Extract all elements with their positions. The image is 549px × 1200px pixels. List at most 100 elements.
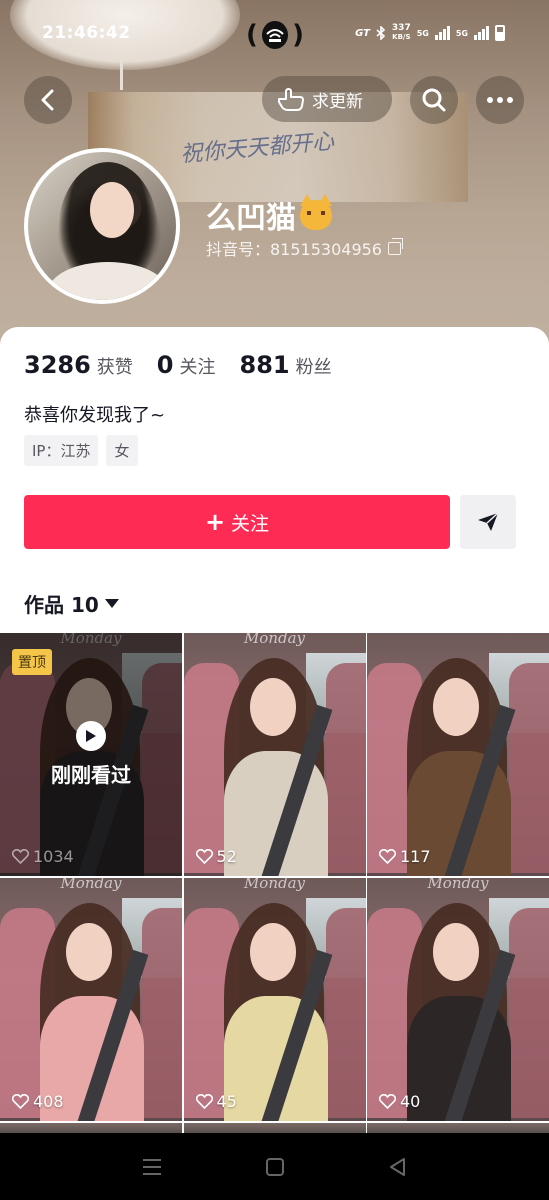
video-tile[interactable]: 117 (367, 633, 549, 876)
tag-gender: 女 (106, 435, 138, 466)
lamp-cord (120, 60, 123, 90)
network-label-2: 5G (455, 28, 468, 38)
stat-likes-num: 3286 (24, 351, 91, 379)
stat-followers-label: 粉丝 (295, 357, 332, 378)
video-watermark: Monday (243, 633, 306, 647)
heart-icon (379, 1094, 396, 1109)
caret-down-icon (104, 599, 119, 608)
heart-icon (12, 849, 29, 864)
status-time: 21:46:42 (42, 23, 131, 43)
more-icon (487, 97, 513, 103)
video-thumbnail (367, 633, 549, 876)
dynamic-island: ( ) (246, 18, 304, 52)
play-icon (76, 721, 106, 751)
video-likes: 45 (195, 1092, 237, 1111)
video-likes: 52 (195, 847, 237, 866)
tag-ip: IP：江苏 (24, 435, 99, 466)
stat-following-label: 关注 (179, 357, 216, 378)
search-icon (422, 88, 446, 112)
network-label-1: 5G (416, 28, 429, 38)
profile-tags: IP：江苏 女 (24, 435, 138, 466)
profile-panel: 3286 获赞 0 关注 881 粉丝 恭喜你发现我了~ IP：江苏 女 + 关… (0, 327, 549, 632)
video-tile[interactable]: Monday 置顶 刚刚看过 1034 (0, 633, 182, 876)
video-grid: Monday 置顶 刚刚看过 1034 Monday 52 117 Monday (0, 633, 549, 1121)
signal-icon (434, 26, 450, 40)
video-watermark: Monday (427, 878, 489, 892)
follow-button[interactable]: + 关注 (24, 495, 450, 549)
profile-name: 么凹猫 (206, 201, 296, 236)
video-tile[interactable]: Monday 408 (0, 878, 182, 1121)
back-icon (41, 89, 54, 111)
video-thumbnail (183, 878, 366, 1121)
person-face (249, 678, 296, 736)
battery-icon (495, 25, 505, 41)
search-button[interactable] (410, 76, 458, 124)
send-icon (478, 512, 499, 531)
video-thumbnail (183, 633, 366, 876)
request-update-label: 求更新 (312, 91, 363, 112)
pinned-badge: 置顶 (12, 649, 52, 675)
request-update-button[interactable]: 求更新 (262, 76, 392, 122)
status-bar: 21:46:42 ( ) GT 337 KB/S 5G 5G (0, 0, 549, 64)
copy-icon[interactable] (387, 237, 403, 255)
seat-right (325, 663, 366, 873)
video-thumbnail (367, 878, 549, 1121)
home-icon[interactable] (265, 1157, 285, 1177)
video-tile[interactable]: Monday 40 (367, 878, 549, 1121)
video-likes: 1034 (12, 847, 74, 866)
tab-works[interactable]: 作品 10 (24, 589, 119, 618)
signal-icon-2 (474, 26, 489, 40)
video-tile[interactable]: Monday 52 (183, 633, 366, 876)
more-button[interactable] (476, 76, 524, 124)
plus-icon: + (204, 508, 226, 536)
back-button[interactable] (24, 76, 72, 124)
seat-right (142, 908, 182, 1118)
video-likes-count: 40 (400, 1092, 421, 1111)
network-speed-unit: KB/S (392, 33, 411, 41)
system-nav-bar (0, 1133, 549, 1200)
menu-icon[interactable] (141, 1158, 163, 1176)
heart-icon (195, 849, 213, 864)
heart-icon (379, 849, 396, 864)
heart-icon (195, 1094, 213, 1109)
profile-name-row: 么凹猫 (206, 193, 332, 237)
status-icons: GT 337 KB/S 5G 5G (355, 24, 505, 42)
send-message-button[interactable] (460, 495, 516, 549)
hand-pointer-icon (278, 88, 304, 111)
island-left: ( (246, 20, 258, 50)
video-watermark: Monday (60, 878, 122, 892)
video-likes-count: 1034 (33, 847, 74, 866)
person-face (433, 923, 479, 981)
video-likes-count: 45 (216, 1092, 237, 1111)
douyin-id-row[interactable]: 抖音号：81515304956 (206, 236, 403, 260)
cat-emoji-icon (300, 194, 332, 230)
video-likes: 408 (12, 1092, 64, 1111)
douyin-id: 抖音号：81515304956 (206, 240, 382, 259)
video-likes: 117 (379, 847, 431, 866)
stat-followers[interactable]: 881 粉丝 (240, 351, 332, 379)
stats-row: 3286 获赞 0 关注 881 粉丝 (24, 351, 332, 379)
video-thumbnail (0, 878, 182, 1121)
island-right: ) (292, 20, 304, 50)
profile-bio: 恭喜你发现我了~ (24, 405, 166, 426)
recently-watched: 刚刚看过 (0, 721, 182, 788)
person-face (249, 923, 296, 981)
video-tile[interactable]: Monday 45 (183, 878, 366, 1121)
person-face (66, 923, 112, 981)
stat-following[interactable]: 0 关注 (157, 351, 216, 379)
seat-right (509, 908, 549, 1118)
video-watermark: Monday (243, 878, 306, 892)
avatar[interactable] (24, 148, 180, 304)
seat-right (325, 908, 366, 1118)
stat-likes[interactable]: 3286 获赞 (24, 351, 133, 379)
video-likes-count: 408 (33, 1092, 64, 1111)
tab-works-label: 作品 10 (24, 593, 99, 617)
stat-likes-label: 获赞 (96, 357, 133, 378)
video-likes: 40 (379, 1092, 420, 1111)
bluetooth-icon (376, 26, 386, 40)
recently-watched-label: 刚刚看过 (51, 763, 131, 787)
nav-back-icon[interactable] (388, 1157, 408, 1177)
stat-followers-num: 881 (239, 351, 290, 379)
stat-following-num: 0 (156, 351, 174, 379)
avatar-face (90, 182, 134, 238)
